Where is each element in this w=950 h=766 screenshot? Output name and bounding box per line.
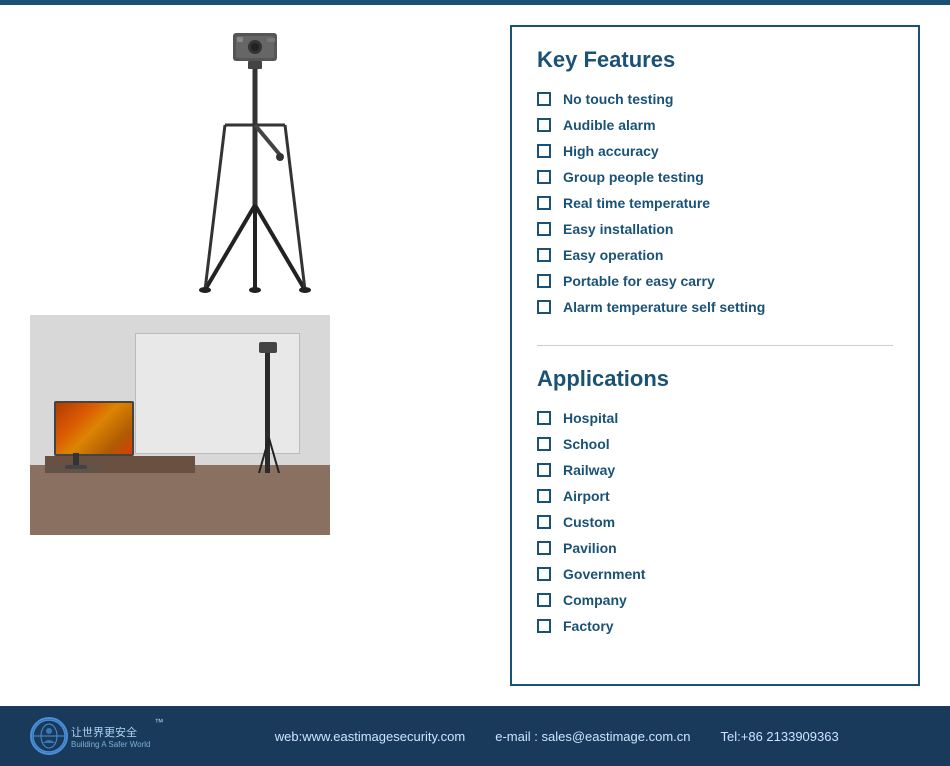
feature-text: High accuracy bbox=[563, 143, 659, 159]
footer-logo: 让世界更安全 Building A Safer World ™ bbox=[30, 717, 163, 755]
checkbox-icon bbox=[537, 92, 551, 106]
feature-item: Real time temperature bbox=[537, 195, 893, 211]
tripod-svg bbox=[175, 25, 335, 295]
application-text: Government bbox=[563, 566, 645, 582]
features-list: No touch testing Audible alarm High accura… bbox=[537, 91, 893, 315]
footer-web: web:www.eastimagesecurity.com bbox=[275, 729, 466, 744]
checkbox-icon bbox=[537, 619, 551, 633]
footer-tel: Tel:+86 2133909363 bbox=[721, 729, 839, 744]
feature-text: Group people testing bbox=[563, 169, 704, 185]
footer-chinese-text: 让世界更安全 bbox=[71, 724, 137, 740]
application-text: Hospital bbox=[563, 410, 618, 426]
feature-text: Audible alarm bbox=[563, 117, 656, 133]
feature-item: Audible alarm bbox=[537, 117, 893, 133]
application-item: Company bbox=[537, 592, 893, 608]
main-content: Key Features No touch testing Audible ala… bbox=[0, 5, 950, 706]
checkbox-icon bbox=[537, 274, 551, 288]
application-text: Railway bbox=[563, 462, 615, 478]
feature-text: Portable for easy carry bbox=[563, 273, 715, 289]
application-text: Custom bbox=[563, 514, 615, 530]
feature-item: Easy installation bbox=[537, 221, 893, 237]
checkbox-icon bbox=[537, 515, 551, 529]
application-item: Railway bbox=[537, 462, 893, 478]
footer-tm: ™ bbox=[154, 717, 163, 727]
feature-text: Easy operation bbox=[563, 247, 663, 263]
application-text: Factory bbox=[563, 618, 614, 634]
checkbox-icon bbox=[537, 222, 551, 236]
checkbox-icon bbox=[537, 170, 551, 184]
checkbox-icon bbox=[537, 196, 551, 210]
application-item: School bbox=[537, 436, 893, 452]
application-text: Company bbox=[563, 592, 627, 608]
application-item: Pavilion bbox=[537, 540, 893, 556]
feature-text: No touch testing bbox=[563, 91, 673, 107]
feature-text: Easy installation bbox=[563, 221, 673, 237]
checkbox-icon bbox=[537, 463, 551, 477]
room-scene bbox=[30, 315, 330, 535]
feature-item: No touch testing bbox=[537, 91, 893, 107]
application-item: Hospital bbox=[537, 410, 893, 426]
feature-item: High accuracy bbox=[537, 143, 893, 159]
features-box: Key Features No touch testing Audible ala… bbox=[510, 25, 920, 686]
checkbox-icon bbox=[537, 118, 551, 132]
footer-logo-circle bbox=[30, 717, 68, 755]
applications-list: Hospital School Railway Airport Custom Pavili… bbox=[537, 410, 893, 634]
footer-subtext: Building A Safer World bbox=[71, 740, 150, 749]
checkbox-icon bbox=[537, 248, 551, 262]
feature-text: Real time temperature bbox=[563, 195, 710, 211]
feature-item: Alarm temperature self setting bbox=[537, 299, 893, 315]
footer: 让世界更安全 Building A Safer World ™ web:www.… bbox=[0, 706, 950, 766]
application-item: Custom bbox=[537, 514, 893, 530]
application-text: Pavilion bbox=[563, 540, 617, 556]
footer-email: e-mail : sales@eastimage.com.cn bbox=[495, 729, 690, 744]
feature-text: Alarm temperature self setting bbox=[563, 299, 765, 315]
section-divider bbox=[537, 345, 893, 346]
right-column: Key Features No touch testing Audible ala… bbox=[510, 25, 920, 686]
application-text: School bbox=[563, 436, 610, 452]
applications-title: Applications bbox=[537, 366, 893, 392]
checkbox-icon bbox=[537, 437, 551, 451]
footer-info: web:www.eastimagesecurity.com e-mail : s… bbox=[193, 729, 920, 744]
checkbox-icon bbox=[537, 489, 551, 503]
left-column bbox=[30, 25, 480, 686]
product-image-bottom bbox=[30, 315, 330, 535]
application-item: Government bbox=[537, 566, 893, 582]
checkbox-icon bbox=[537, 300, 551, 314]
checkbox-icon bbox=[537, 567, 551, 581]
checkbox-icon bbox=[537, 411, 551, 425]
feature-item: Group people testing bbox=[537, 169, 893, 185]
checkbox-icon bbox=[537, 541, 551, 555]
application-item: Airport bbox=[537, 488, 893, 504]
feature-item: Easy operation bbox=[537, 247, 893, 263]
checkbox-icon bbox=[537, 144, 551, 158]
product-image-top bbox=[30, 25, 480, 295]
features-title: Key Features bbox=[537, 47, 893, 73]
checkbox-icon bbox=[537, 593, 551, 607]
application-text: Airport bbox=[563, 488, 610, 504]
feature-item: Portable for easy carry bbox=[537, 273, 893, 289]
application-item: Factory bbox=[537, 618, 893, 634]
